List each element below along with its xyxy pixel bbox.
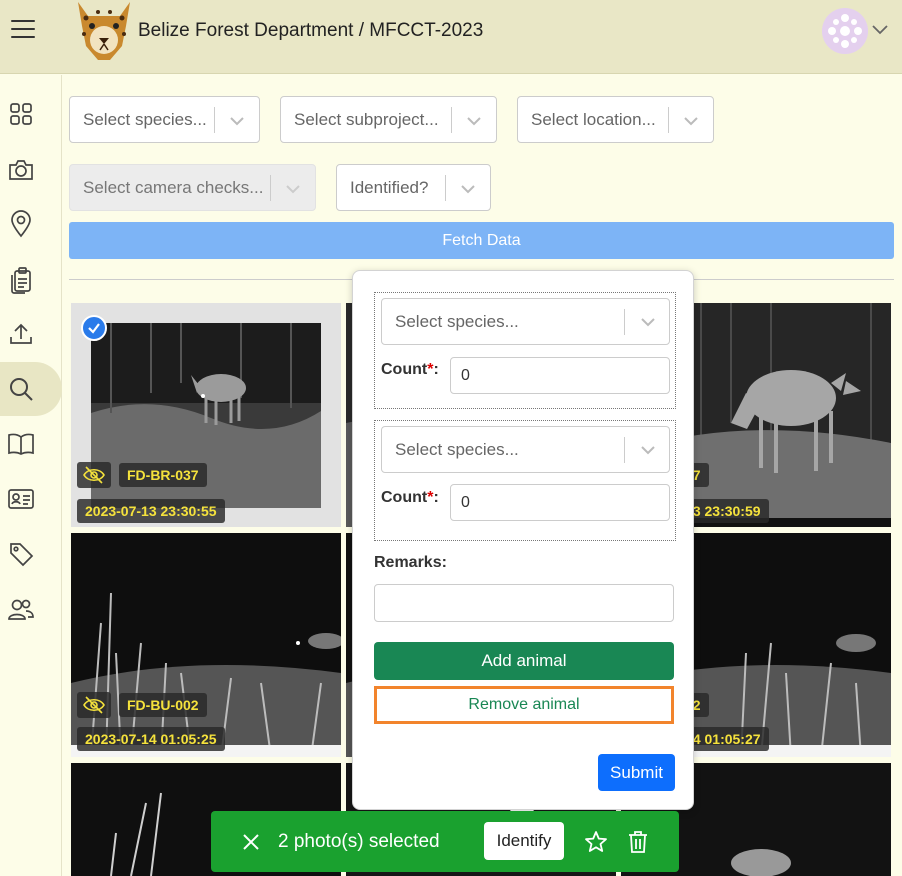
chevron-down-icon[interactable] (870, 19, 890, 39)
book-icon (8, 433, 34, 455)
camera-checks-filter-placeholder: Select camera checks... (83, 177, 264, 197)
sidebar-item-dashboard[interactable] (6, 99, 36, 129)
identified-filter[interactable]: Identified? (336, 164, 491, 211)
top-bar: Belize Forest Department / MFCCT-2023 (0, 0, 902, 74)
tag-icon (10, 543, 34, 567)
fetch-data-button[interactable]: Fetch Data (69, 222, 894, 259)
species-filter[interactable]: Select species... (69, 96, 260, 143)
location-filter[interactable]: Select location... (517, 96, 714, 143)
remove-animal-button[interactable]: Remove animal (374, 686, 674, 724)
search-icon (10, 378, 33, 401)
count-label: Count*: (381, 361, 439, 378)
sidebar-item-id-card[interactable] (6, 484, 36, 514)
add-animal-button[interactable]: Add animal (374, 642, 674, 680)
species-select-placeholder: Select species... (395, 439, 519, 459)
animal-species-select[interactable]: Select species... (381, 426, 670, 473)
grid-icon (10, 103, 32, 125)
sidebar-item-locations[interactable] (6, 209, 36, 239)
remarks-label: Remarks: (374, 554, 447, 571)
jaguar-logo (78, 2, 130, 60)
animal-entry-2: Select species... Count*: 0 (374, 420, 676, 541)
upload-icon (10, 323, 32, 344)
sidebar (0, 75, 62, 876)
trash-icon[interactable] (627, 830, 649, 854)
camera-checks-filter[interactable]: Select camera checks... (69, 164, 316, 211)
sidebar-item-tags[interactable] (6, 539, 36, 569)
chevron-down-icon (286, 185, 300, 194)
location-filter-placeholder: Select location... (531, 109, 656, 129)
station-label: FD-BU-002 (119, 693, 207, 717)
chevron-down-icon (684, 117, 698, 126)
sidebar-item-search[interactable] (6, 374, 36, 404)
eye-slash-icon[interactable] (77, 692, 111, 718)
hamburger-menu-icon[interactable] (11, 20, 35, 40)
identify-button[interactable]: Identify (484, 822, 564, 860)
sidebar-item-clipboard[interactable] (6, 265, 36, 295)
sidebar-item-camera[interactable] (6, 155, 36, 185)
photo-card-selected[interactable]: FD-BR-037 2023-07-13 23:30:55 (71, 303, 341, 527)
selected-check-icon[interactable] (81, 315, 107, 341)
subproject-filter-placeholder: Select subproject... (294, 109, 439, 129)
count-label: Count*: (381, 489, 439, 506)
close-icon[interactable] (240, 831, 262, 853)
trail-camera-image (71, 533, 341, 757)
clipboard-icon (11, 267, 31, 294)
chevron-down-icon (230, 117, 244, 126)
photo-card[interactable]: FD-BU-002 2023-07-14 01:05:25 (71, 533, 341, 757)
sidebar-item-upload[interactable] (6, 319, 36, 349)
users-icon (8, 599, 34, 620)
subproject-filter[interactable]: Select subproject... (280, 96, 497, 143)
chevron-down-icon (641, 446, 655, 455)
location-pin-icon (11, 210, 31, 238)
id-card-icon (8, 489, 34, 509)
camera-icon (9, 160, 33, 180)
selected-count-text: 2 photo(s) selected (278, 831, 440, 852)
station-label: FD-BR-037 (119, 463, 207, 487)
star-icon[interactable] (584, 830, 608, 854)
species-filter-placeholder: Select species... (83, 109, 207, 129)
animal-species-select[interactable]: Select species... (381, 298, 670, 345)
species-select-placeholder: Select species... (395, 311, 519, 331)
chevron-down-icon (461, 185, 475, 194)
user-avatar[interactable] (822, 8, 868, 54)
chevron-down-icon (641, 318, 655, 327)
remarks-textarea[interactable] (374, 584, 674, 622)
project-title: Belize Forest Department / MFCCT-2023 (138, 20, 484, 41)
count-input[interactable]: 0 (450, 484, 670, 521)
sidebar-item-guide[interactable] (6, 429, 36, 459)
submit-button[interactable]: Submit (598, 754, 675, 791)
timestamp-label: 2023-07-14 01:05:25 (77, 727, 225, 751)
animal-entry-1: Select species... Count*: 0 (374, 292, 676, 409)
identify-popover: Select species... Count*: 0 Select speci… (352, 270, 694, 810)
timestamp-label: 2023-07-13 23:30:55 (77, 499, 225, 523)
count-input[interactable]: 0 (450, 357, 670, 394)
chevron-down-icon (467, 117, 481, 126)
eye-slash-icon[interactable] (77, 462, 111, 488)
identified-filter-placeholder: Identified? (350, 177, 429, 197)
sidebar-item-users[interactable] (6, 594, 36, 624)
selection-action-bar: 2 photo(s) selected Identify (211, 811, 679, 872)
